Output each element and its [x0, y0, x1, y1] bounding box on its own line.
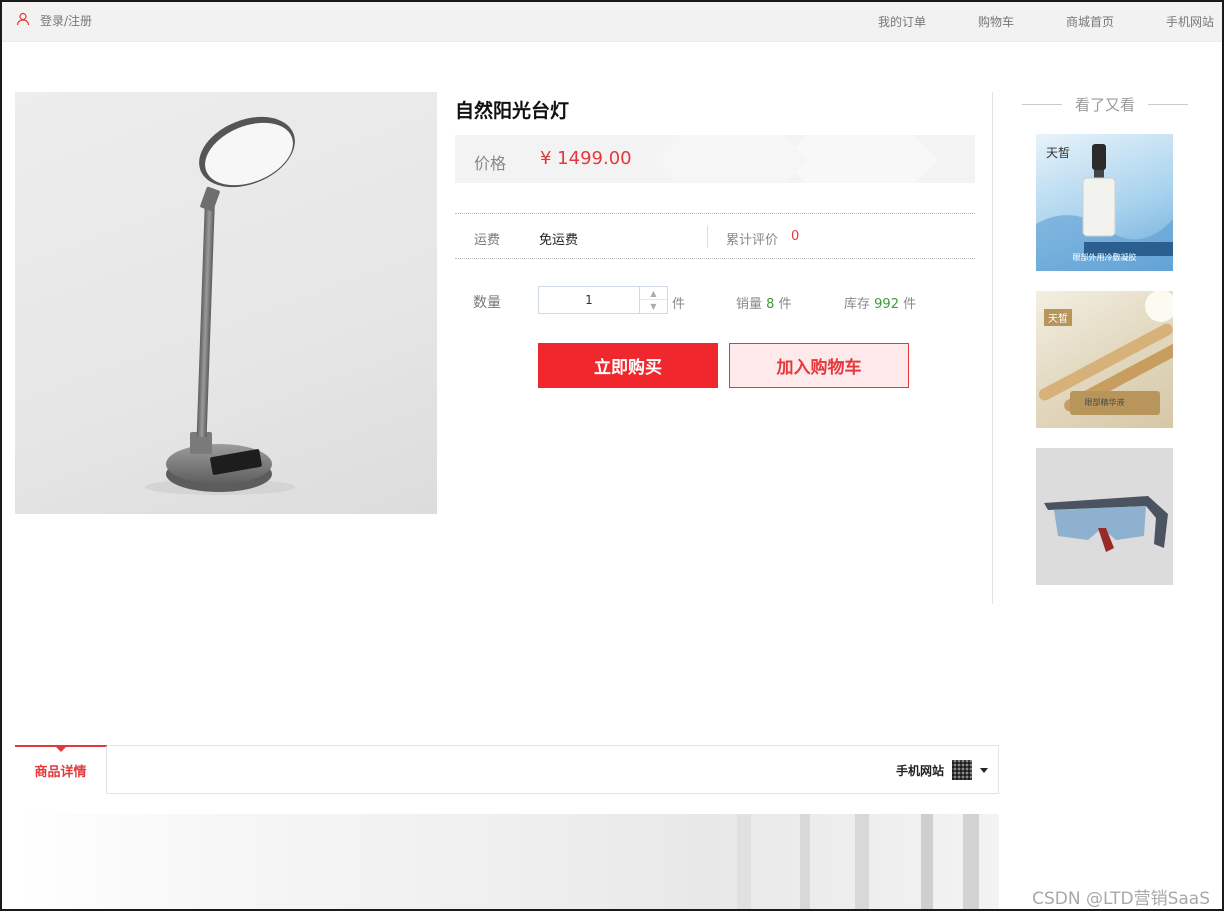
window-pillar — [737, 814, 751, 909]
price-value: ¥ 1499.00 — [540, 148, 632, 169]
caret-down-icon — [980, 767, 988, 773]
mobile-site-label: 手机网站 — [895, 763, 944, 778]
glasses-image — [1044, 496, 1168, 552]
quantity-input[interactable] — [539, 287, 639, 313]
price-label: 价格 — [474, 154, 507, 173]
login-register-link[interactable]: 登录/注册 — [16, 12, 92, 29]
also-viewed-item[interactable]: 天皙 眼部外用冷敷凝胶 — [1036, 134, 1173, 271]
nav-my-orders[interactable]: 我的订单 — [878, 13, 926, 30]
product-title: 自然阳光台灯 — [455, 100, 570, 122]
also-viewed-item[interactable] — [1036, 448, 1173, 585]
window-pillar — [963, 814, 979, 909]
user-icon — [16, 12, 30, 29]
sales-label: 销量 — [736, 297, 763, 312]
product-detail-image — [15, 814, 999, 909]
page-frame: 登录/注册 我的订单 购物车 商城首页 手机网站 自然阳光台灯 价格 ¥ 149… — [0, 0, 1224, 911]
watermark: CSDN @LTD营销SaaS — [1032, 889, 1210, 909]
sales-stat: 销量 8 件 — [736, 293, 792, 312]
add-to-cart-button[interactable]: 加入购物车 — [729, 343, 909, 388]
stock-label: 库存 — [844, 297, 871, 312]
stock-unit: 件 — [903, 297, 917, 312]
top-nav: 我的订单 购物车 商城首页 手机网站 — [826, 13, 1214, 30]
thumb-brand: 天皙 — [1044, 309, 1072, 326]
price-box: 价格 ¥ 1499.00 — [455, 135, 975, 183]
window-pillar — [921, 814, 933, 909]
increment-arrow-icon[interactable]: ▲ — [640, 287, 667, 300]
nav-mobile-site[interactable]: 手机网站 — [1166, 13, 1214, 30]
thumb-caption: 眼部外用冷敷凝胶 — [1072, 253, 1137, 262]
nav-mall-home[interactable]: 商城首页 — [1066, 13, 1114, 30]
quantity-spinner[interactable]: ▲ ▼ — [639, 287, 667, 313]
also-viewed-title: 看了又看 — [1022, 94, 1188, 115]
qr-code-icon — [952, 760, 972, 780]
column-divider — [992, 92, 993, 604]
decrement-arrow-icon[interactable]: ▼ — [640, 300, 667, 313]
login-register-label: 登录/注册 — [40, 14, 93, 28]
divider — [707, 226, 708, 248]
product-main-image — [15, 92, 437, 514]
stock-stat: 库存 992 件 — [844, 293, 916, 312]
nav-cart[interactable]: 购物车 — [978, 13, 1014, 30]
thumb-caption: 眼部精华液 — [1084, 398, 1125, 407]
mobile-site-dropdown[interactable]: 手机网站 — [896, 760, 988, 780]
sales-unit: 件 — [778, 297, 792, 312]
window-pillar — [855, 814, 869, 909]
tab-product-details[interactable]: 商品详情 — [15, 745, 107, 794]
sales-count: 8 — [766, 297, 775, 312]
quantity-unit: 件 — [672, 297, 686, 312]
top-bar: 登录/注册 我的订单 购物车 商城首页 手机网站 — [2, 2, 1222, 42]
shipping-value: 免运费 — [539, 233, 579, 248]
details-tab-bar: 商品详情 手机网站 — [15, 745, 999, 794]
stock-count: 992 — [874, 297, 899, 312]
thumb-brand: 天皙 — [1046, 146, 1071, 160]
quantity-label: 数量 — [473, 295, 501, 311]
buy-now-button[interactable]: 立即购买 — [538, 343, 718, 388]
also-viewed-item[interactable]: 天皙 眼部精华液 — [1036, 291, 1173, 428]
quantity-stepper[interactable]: ▲ ▼ — [538, 286, 668, 314]
shipping-reviews-bar: 运费 免运费 累计评价 0 — [455, 213, 975, 259]
shipping-label: 运费 — [474, 233, 501, 248]
reviews-count[interactable]: 0 — [791, 229, 799, 244]
window-pillar — [800, 814, 810, 909]
reviews-label: 累计评价 — [726, 233, 779, 248]
